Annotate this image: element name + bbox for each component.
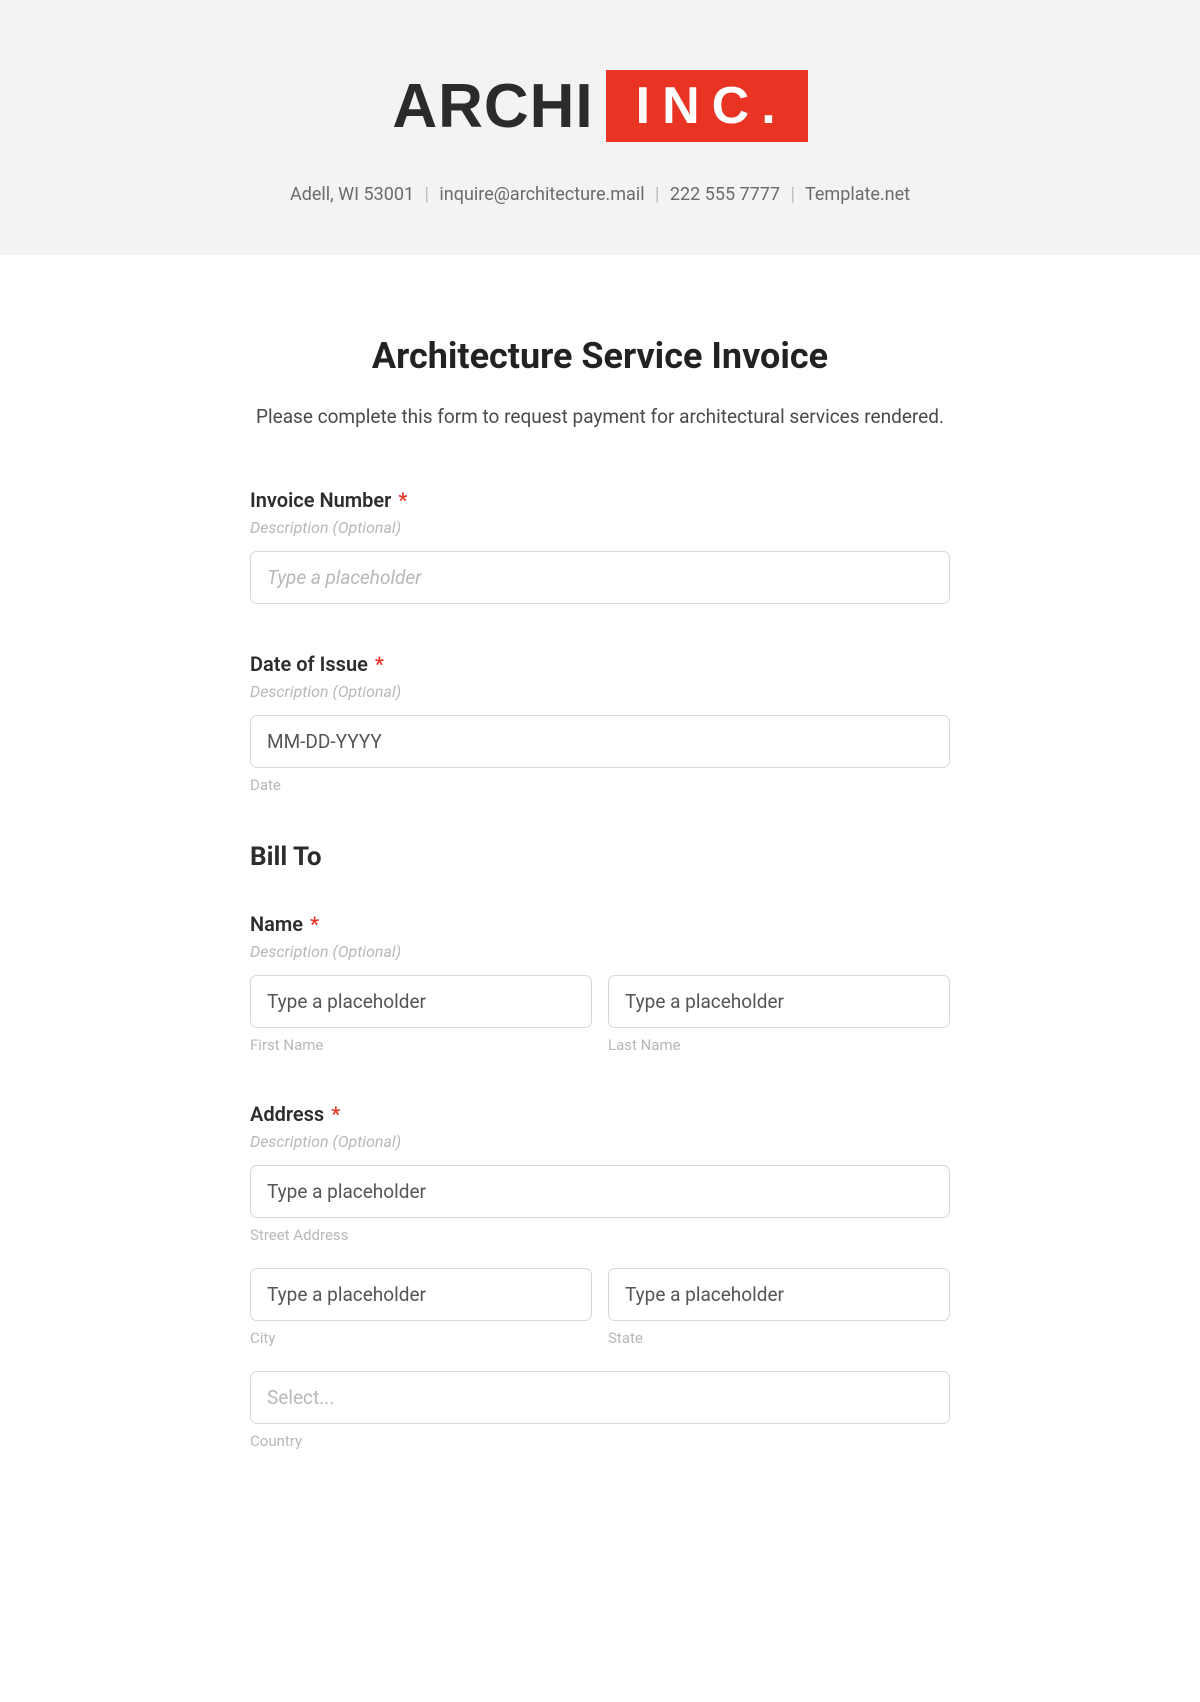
last-name-sublabel: Last Name [608,1036,950,1054]
address-label: Address * [250,1102,950,1126]
contact-address: Adell, WI 53001 [290,184,414,205]
required-star-icon: * [375,652,384,676]
first-name-sublabel: First Name [250,1036,592,1054]
contact-site: Template.net [805,184,910,205]
city-input[interactable] [250,1268,592,1321]
name-label: Name * [250,912,950,936]
bill-to-heading: Bill To [250,842,950,872]
invoice-number-description[interactable]: Description (Optional) [250,518,950,537]
logo-main-text: ARCHI [392,71,593,142]
contact-email: inquire@architecture.mail [439,184,644,205]
invoice-number-input[interactable] [250,551,950,604]
address-label-text: Address [250,1102,324,1126]
name-group: Name * Description (Optional) First Name… [250,912,950,1054]
city-sublabel: City [250,1329,592,1347]
date-of-issue-input[interactable] [250,715,950,768]
separator-icon: | [790,184,794,205]
logo: ARCHI INC. [392,70,807,142]
separator-icon: | [425,184,429,205]
logo-badge-text: INC. [606,70,808,142]
required-star-icon: * [331,1102,340,1126]
page-title: Architecture Service Invoice [250,335,950,377]
state-input[interactable] [608,1268,950,1321]
country-sublabel: Country [250,1432,950,1450]
separator-icon: | [655,184,659,205]
contact-phone: 222 555 7777 [670,184,780,205]
street-address-input[interactable] [250,1165,950,1218]
date-sublabel: Date [250,776,950,794]
address-description[interactable]: Description (Optional) [250,1132,950,1151]
form-container: Architecture Service Invoice Please comp… [140,255,1060,1558]
required-star-icon: * [310,912,319,936]
date-of-issue-label: Date of Issue * [250,652,950,676]
form-intro: Please complete this form to request pay… [250,405,950,428]
address-group: Address * Description (Optional) Street … [250,1102,950,1450]
header-banner: ARCHI INC. Adell, WI 53001 | inquire@arc… [0,0,1200,255]
invoice-number-group: Invoice Number * Description (Optional) [250,488,950,604]
contact-line: Adell, WI 53001 | inquire@architecture.m… [20,184,1180,205]
first-name-input[interactable] [250,975,592,1028]
country-select[interactable]: Select... [250,1371,950,1424]
invoice-number-label: Invoice Number * [250,488,950,512]
invoice-number-label-text: Invoice Number [250,488,391,512]
date-of-issue-group: Date of Issue * Description (Optional) D… [250,652,950,794]
street-address-sublabel: Street Address [250,1226,950,1244]
state-sublabel: State [608,1329,950,1347]
name-label-text: Name [250,912,303,936]
name-description[interactable]: Description (Optional) [250,942,950,961]
required-star-icon: * [398,488,407,512]
date-of-issue-description[interactable]: Description (Optional) [250,682,950,701]
last-name-input[interactable] [608,975,950,1028]
date-of-issue-label-text: Date of Issue [250,652,368,676]
